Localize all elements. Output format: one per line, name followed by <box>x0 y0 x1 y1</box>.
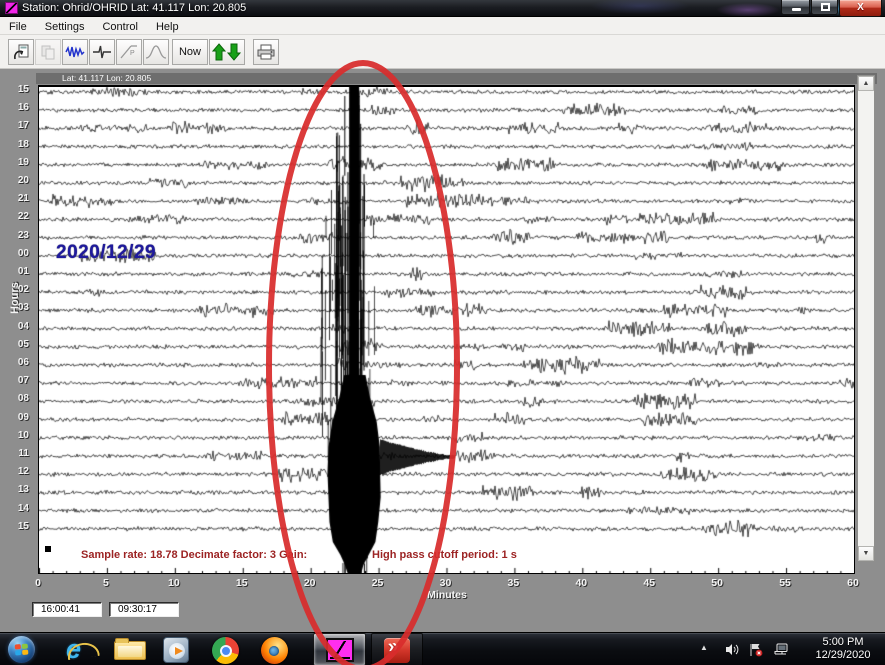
seismograph-app-icon <box>326 638 354 662</box>
minute-label: 45 <box>636 577 662 589</box>
network-icon[interactable] <box>773 643 789 661</box>
clock-time: 5:00 PM <box>806 636 880 649</box>
firefox-icon[interactable] <box>261 637 288 664</box>
vertical-scrollbar[interactable]: ▲ ▼ <box>857 75 875 562</box>
action-center-flag-icon[interactable] <box>749 643 764 662</box>
window-titlebar[interactable]: Station: Ohrid/OHRID Lat: 41.117 Lon: 20… <box>0 0 885 17</box>
minute-label: 5 <box>93 577 119 589</box>
hours-axis-title: Hours <box>9 276 21 320</box>
helicorder-plot: Sample rate: 18.78 Decimate factor: 3 Ga… <box>38 85 855 574</box>
menu-item-settings[interactable]: Settings <box>36 18 94 36</box>
printer-icon <box>256 43 276 61</box>
svg-text:P: P <box>130 50 135 57</box>
taskbar: e » ▲ 5:00 PM 12/29/2020 <box>0 632 885 665</box>
clock-date: 12/29/2020 <box>806 649 880 662</box>
trace-spike-icon <box>92 43 112 61</box>
minutes-axis-title: Minutes <box>415 589 479 601</box>
hour-label: 06 <box>2 356 29 369</box>
time-display-2[interactable]: 09:30:17 <box>109 602 179 617</box>
print-button[interactable] <box>253 39 279 65</box>
volume-icon[interactable] <box>725 643 740 661</box>
hour-label: 21 <box>2 192 29 205</box>
hour-label: 19 <box>2 156 29 169</box>
hour-label: 16 <box>2 101 29 114</box>
app-icon <box>5 2 18 14</box>
chrome-icon[interactable] <box>212 637 239 664</box>
time-display-1[interactable]: 16:00:41 <box>32 602 102 617</box>
import-file-icon <box>12 43 30 61</box>
scroll-up-down-icons <box>212 42 242 62</box>
menu-item-file[interactable]: File <box>0 18 36 36</box>
maximize-button[interactable] <box>811 0 838 15</box>
window-title: Station: Ohrid/OHRID Lat: 41.117 Lon: 20… <box>22 0 246 17</box>
trace-view-button[interactable] <box>89 39 115 65</box>
hour-label: 04 <box>2 320 29 333</box>
response-curve-button[interactable] <box>143 39 169 65</box>
copy-icon <box>39 43 57 61</box>
hidden-icons-chevron[interactable]: ▲ <box>700 643 708 652</box>
gaussian-curve-icon <box>145 43 167 61</box>
filter-button[interactable]: P <box>116 39 142 65</box>
red-chevrons-app-taskbar-button[interactable]: » <box>371 633 423 665</box>
close-button[interactable]: X <box>839 0 882 17</box>
media-player-icon[interactable] <box>163 637 189 663</box>
minimize-button[interactable] <box>781 0 810 15</box>
hour-label: 20 <box>2 174 29 187</box>
menu-item-help[interactable]: Help <box>147 18 188 36</box>
hour-label: 10 <box>2 429 29 442</box>
copy-button[interactable] <box>35 39 61 65</box>
minute-label: 30 <box>432 577 458 589</box>
start-button[interactable] <box>8 636 35 663</box>
now-button[interactable]: Now <box>172 39 208 65</box>
hour-label: 18 <box>2 138 29 151</box>
hour-label: 07 <box>2 374 29 387</box>
scrollbar-down-arrow[interactable]: ▼ <box>858 546 874 561</box>
window-controls: X <box>780 0 882 17</box>
scrollbar-up-arrow[interactable]: ▲ <box>858 76 874 91</box>
hour-label: 14 <box>2 502 29 515</box>
menu-item-control[interactable]: Control <box>93 18 146 36</box>
desktop-screen: Station: Ohrid/OHRID Lat: 41.117 Lon: 20… <box>0 0 885 665</box>
filter-p-icon: P <box>119 43 139 61</box>
hour-label: 13 <box>2 483 29 496</box>
minute-label: 15 <box>229 577 255 589</box>
minute-label: 60 <box>840 577 866 589</box>
plot-header: Lat: 41.117 Lon: 20.805 <box>36 73 877 84</box>
hour-label: 05 <box>2 338 29 351</box>
minute-label: 50 <box>704 577 730 589</box>
hour-label: 12 <box>2 465 29 478</box>
minute-label: 10 <box>161 577 187 589</box>
windows-logo-icon <box>15 644 29 656</box>
seismograph-app-taskbar-button[interactable] <box>313 633 366 665</box>
date-annotation: 2020/12/29 <box>56 242 156 264</box>
hour-label: 00 <box>2 247 29 260</box>
hour-label: 11 <box>2 447 29 460</box>
waveform-view-button[interactable] <box>62 39 88 65</box>
menu-bar: FileSettingsControlHelp <box>0 17 885 35</box>
toolbar: P Now <box>0 35 885 69</box>
scroll-updown-button[interactable] <box>209 39 245 65</box>
hour-label: 08 <box>2 392 29 405</box>
import-file-button[interactable] <box>8 39 34 65</box>
file-explorer-icon[interactable] <box>114 641 146 660</box>
minute-label: 25 <box>365 577 391 589</box>
waveform-icon <box>65 43 85 61</box>
minute-label: 55 <box>772 577 798 589</box>
internet-explorer-icon[interactable]: e <box>66 634 96 664</box>
hour-label: 23 <box>2 229 29 242</box>
minute-label: 0 <box>25 577 51 589</box>
hour-label: 17 <box>2 119 29 132</box>
hour-label: 22 <box>2 210 29 223</box>
minute-label: 35 <box>500 577 526 589</box>
minute-label: 40 <box>568 577 594 589</box>
hour-label: 09 <box>2 411 29 424</box>
helicorder-canvas[interactable] <box>39 87 854 574</box>
minute-label: 20 <box>297 577 323 589</box>
taskbar-clock[interactable]: 5:00 PM 12/29/2020 <box>806 636 880 662</box>
hour-label: 15 <box>2 520 29 533</box>
red-chevrons-app-icon: » <box>384 638 410 663</box>
hour-label: 15 <box>2 83 29 96</box>
